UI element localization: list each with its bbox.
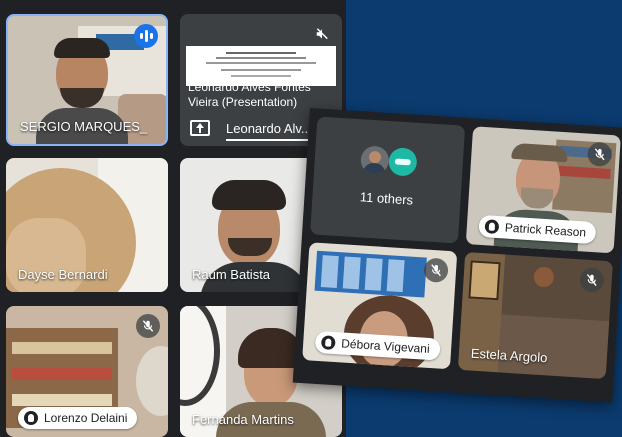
volume-off-icon	[310, 22, 334, 46]
present-icon	[190, 120, 210, 136]
mic-off-icon	[136, 314, 160, 338]
participant-tile-estela[interactable]: Estela Argolo	[457, 252, 613, 380]
others-tile[interactable]: 11 others	[310, 116, 466, 244]
participant-tile-debora[interactable]: Débora Vigevani	[302, 242, 458, 370]
participant-name: Débora Vigevani	[340, 336, 431, 356]
presenter-name: Leonardo Alv...	[226, 121, 312, 136]
participant-name: Raum Batista	[192, 267, 271, 282]
participant-name: Fernanda Martins	[192, 412, 294, 427]
participant-tile-sergio[interactable]: SERGIO MARQUES_	[6, 14, 168, 146]
participant-tile-dayse[interactable]: Dayse Bernardi	[6, 158, 168, 292]
participant-name: Dayse Bernardi	[18, 267, 108, 282]
avatar	[387, 147, 418, 177]
name-pill: Lorenzo Delaini	[18, 407, 138, 429]
mic-off-icon	[423, 257, 449, 283]
hand-icon	[24, 411, 38, 425]
participant-tile-patrick[interactable]: Patrick Reason	[465, 126, 621, 254]
participant-name: SERGIO MARQUES_	[20, 119, 148, 134]
speaking-indicator-icon	[134, 24, 158, 48]
hand-icon	[320, 335, 336, 351]
hand-icon	[484, 219, 500, 235]
mic-off-icon	[579, 267, 605, 293]
participant-name: Patrick Reason	[504, 220, 587, 240]
participant-tile-lorenzo[interactable]: Lorenzo Delaini	[6, 306, 168, 437]
presentation-title: Leonardo Alves Fontes Vieira (Presentati…	[188, 80, 311, 109]
participant-name: Lorenzo Delaini	[44, 411, 128, 425]
others-count: 11 others	[359, 189, 414, 208]
avatar	[360, 145, 390, 176]
meet-grid-secondary: 11 others Patrick Reason Débora Vigevani…	[292, 108, 622, 403]
